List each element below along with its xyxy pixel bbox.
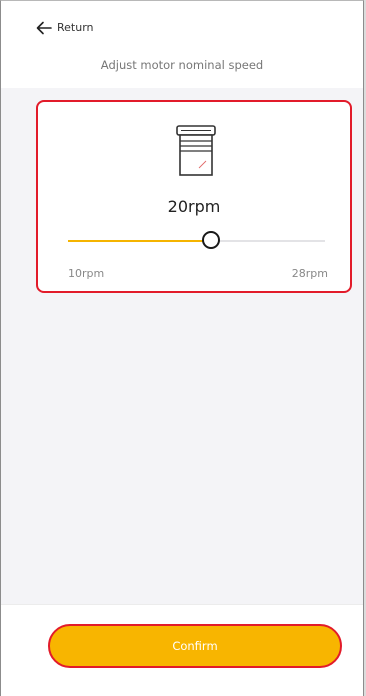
speed-slider[interactable] [68, 230, 325, 250]
back-label: Return [57, 20, 94, 34]
page-subtitle: Adjust motor nominal speed [100, 58, 264, 72]
speed-card: 20rpm 10rpm 28rpm [36, 100, 352, 293]
header: Return Adjust motor nominal speed [0, 0, 364, 88]
slider-min-label: 10rpm [68, 267, 105, 280]
confirm-label: Confirm [172, 639, 218, 653]
slider-fill [68, 240, 211, 242]
roller-blind-icon [176, 125, 216, 177]
arrow-left-icon [36, 20, 52, 35]
speed-value: 20rpm [167, 197, 221, 216]
back-button[interactable]: Return [36, 20, 94, 35]
slider-max-label: 28rpm [291, 267, 328, 280]
slider-thumb[interactable] [201, 231, 220, 249]
confirm-button[interactable]: Confirm [48, 624, 342, 668]
